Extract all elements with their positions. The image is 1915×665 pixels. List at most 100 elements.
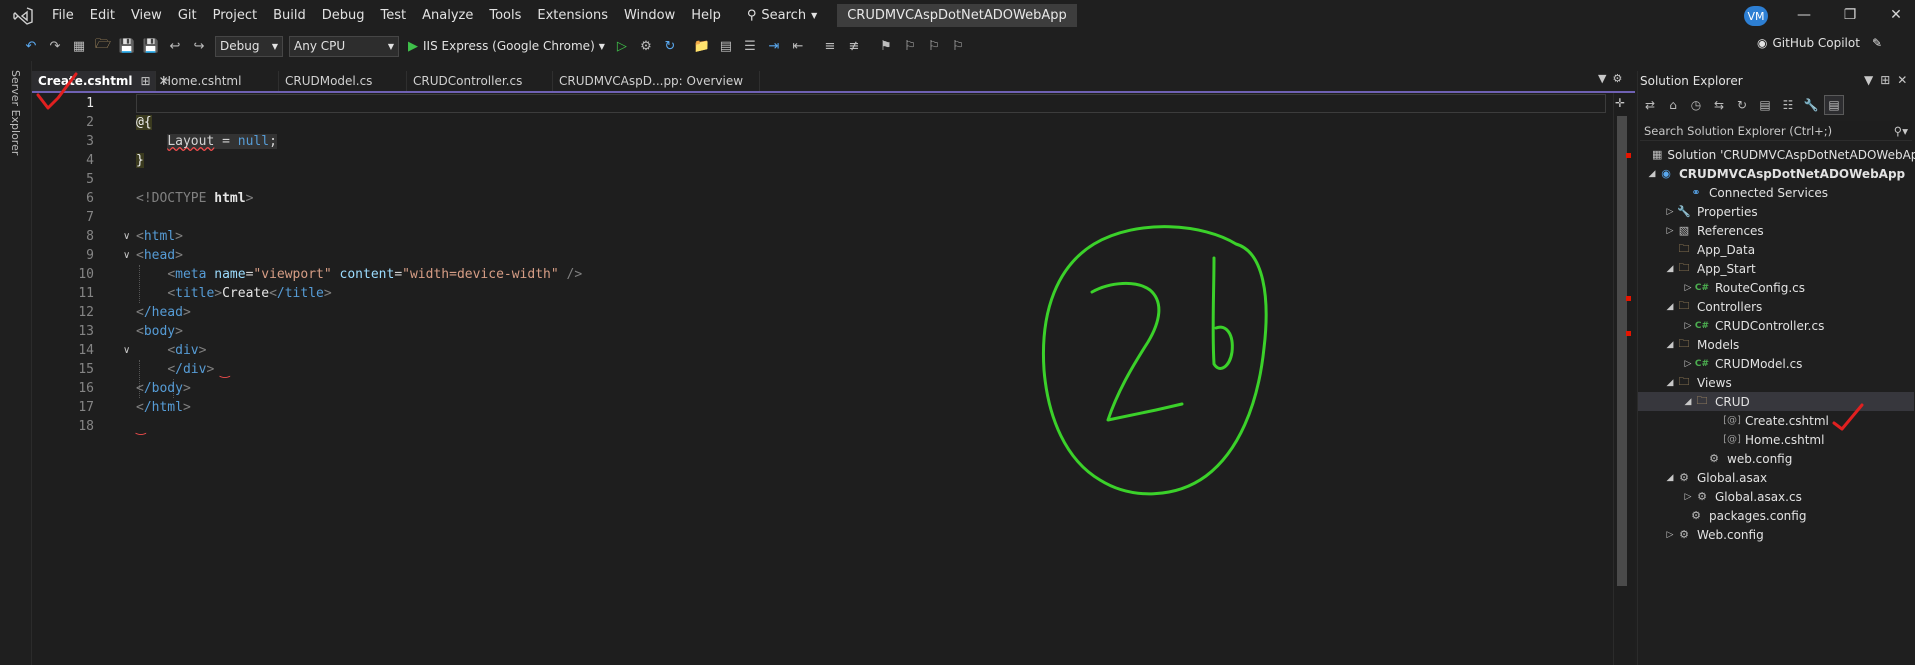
tree-item-global-asax[interactable]: ◢ ⚙ Global.asax xyxy=(1638,468,1914,487)
tab-project-overview[interactable]: CRUDMVCAspD...pp: Overview xyxy=(553,71,760,91)
tree-item-controllers[interactable]: ◢ 🗀 Controllers xyxy=(1638,297,1914,316)
expanded-arrow-icon[interactable]: ◢ xyxy=(1646,169,1658,179)
menu-build[interactable]: Build xyxy=(265,5,314,26)
error-marker[interactable] xyxy=(1626,296,1631,301)
collapsed-arrow-icon[interactable]: ▷ xyxy=(1682,321,1694,331)
preview-selected-items-icon[interactable]: ▤ xyxy=(1824,95,1844,115)
attach-debugger-icon[interactable]: ⚙ xyxy=(635,35,657,57)
split-editor-icon[interactable]: ✛ xyxy=(1615,96,1625,110)
home-icon[interactable]: ⌂ xyxy=(1663,95,1683,115)
tree-item-references[interactable]: ▷ ▧ References xyxy=(1638,221,1914,240)
fold-toggle-icon[interactable]: ∨ xyxy=(123,227,130,246)
error-marker[interactable] xyxy=(1626,331,1631,336)
tree-item-crud-folder[interactable]: ◢ 🗀 CRUD xyxy=(1638,392,1914,411)
github-copilot-button[interactable]: ◉ GitHub Copilot ✎ xyxy=(1757,36,1882,50)
expanded-arrow-icon[interactable]: ◢ xyxy=(1664,302,1676,312)
window-position-dropdown-icon[interactable]: ▼ xyxy=(1864,73,1873,87)
save-all-icon[interactable]: 💾 xyxy=(140,35,162,57)
refresh-browser-icon[interactable]: ↻ xyxy=(659,35,681,57)
pending-changes-filter-icon[interactable]: ◷ xyxy=(1686,95,1706,115)
start-debugging-button[interactable]: ▶ IIS Express (Google Chrome) ▼ xyxy=(408,39,605,54)
expanded-arrow-icon[interactable]: ◢ xyxy=(1664,340,1676,350)
expanded-arrow-icon[interactable]: ◢ xyxy=(1664,264,1676,274)
menu-analyze[interactable]: Analyze xyxy=(414,5,481,26)
save-icon[interactable]: 💾 xyxy=(116,35,138,57)
next-bookmark-icon[interactable]: ⚐ xyxy=(923,35,945,57)
close-window-button[interactable]: ✕ xyxy=(1886,6,1906,24)
comment-lines-icon[interactable]: ≡ xyxy=(819,35,841,57)
tree-item-routeconfig[interactable]: ▷ C# RouteConfig.cs xyxy=(1638,278,1914,297)
solution-explorer-search-input[interactable]: Search Solution Explorer (Ctrl+;) ⚲▾ xyxy=(1640,121,1912,141)
restore-window-button[interactable]: ❐ xyxy=(1840,6,1860,24)
collapsed-arrow-icon[interactable]: ▷ xyxy=(1664,530,1676,540)
start-without-debugging-icon[interactable]: ▷ xyxy=(611,35,633,57)
tree-item-crudmodel[interactable]: ▷ C# CRUDModel.cs xyxy=(1638,354,1914,373)
menu-debug[interactable]: Debug xyxy=(314,5,373,26)
collapsed-arrow-icon[interactable]: ▷ xyxy=(1664,207,1676,217)
menu-help[interactable]: Help xyxy=(683,5,729,26)
minimize-window-button[interactable]: — xyxy=(1794,6,1814,24)
platform-dropdown[interactable]: Any CPU ▼ xyxy=(289,35,399,57)
tree-item-properties[interactable]: ▷ 🔧 Properties xyxy=(1638,202,1914,221)
uncomment-lines-icon[interactable]: ≢ xyxy=(843,35,865,57)
properties-icon[interactable]: 🔧 xyxy=(1801,95,1821,115)
pin-icon[interactable]: ⊞ xyxy=(1880,73,1890,87)
account-avatar[interactable]: VM xyxy=(1744,6,1768,26)
collapsed-arrow-icon[interactable]: ▷ xyxy=(1682,359,1694,369)
menu-view[interactable]: View xyxy=(123,5,170,26)
tree-item-home-cshtml[interactable]: [@] Home.cshtml xyxy=(1638,430,1914,449)
tree-item-app-start[interactable]: ◢ 🗀 App_Start xyxy=(1638,259,1914,278)
layout-icon[interactable]: ▤ xyxy=(715,35,737,57)
menu-test[interactable]: Test xyxy=(373,5,415,26)
server-explorer-tab[interactable]: Server Explorer xyxy=(9,70,22,155)
sync-icon[interactable]: ⇆ xyxy=(1709,95,1729,115)
tab-create-cshtml[interactable]: Create.cshtml ⊞ ✕ xyxy=(32,71,169,91)
tree-item-solution[interactable]: ▦ Solution 'CRUDMVCAspDotNetADOWebApp' xyxy=(1638,145,1915,164)
redo-icon[interactable]: ↪ xyxy=(188,35,210,57)
menu-file[interactable]: File xyxy=(44,5,82,26)
tree-item-project[interactable]: ◢ ◉ CRUDMVCAspDotNetADOWebApp xyxy=(1638,164,1914,183)
scrollbar-thumb[interactable] xyxy=(1617,116,1627,586)
navigate-forward-icon[interactable]: ↷ xyxy=(44,35,66,57)
step-over-icon[interactable]: ⇥ xyxy=(763,35,785,57)
collapsed-arrow-icon[interactable]: ▷ xyxy=(1682,492,1694,502)
tree-item-views-web-config[interactable]: ⚙ web.config xyxy=(1638,449,1914,468)
undo-icon[interactable]: ↩ xyxy=(164,35,186,57)
tree-item-create-cshtml[interactable]: [@] Create.cshtml xyxy=(1638,411,1914,430)
collapsed-arrow-icon[interactable]: ▷ xyxy=(1664,226,1676,236)
tree-item-global-asax-cs[interactable]: ▷ ⚙ Global.asax.cs xyxy=(1638,487,1914,506)
tree-item-connected-services[interactable]: ⚭ Connected Services xyxy=(1638,183,1914,202)
tree-item-views[interactable]: ◢ 🗀 Views xyxy=(1638,373,1914,392)
step-into-icon[interactable]: ⇤ xyxy=(787,35,809,57)
menu-project[interactable]: Project xyxy=(205,5,265,26)
expanded-arrow-icon[interactable]: ◢ xyxy=(1664,473,1676,483)
menu-edit[interactable]: Edit xyxy=(82,5,123,26)
collapse-all-icon[interactable]: ▤ xyxy=(1755,95,1775,115)
tree-item-packages-config[interactable]: ⚙ packages.config xyxy=(1638,506,1914,525)
expanded-arrow-icon[interactable]: ◢ xyxy=(1682,397,1694,407)
menu-tools[interactable]: Tools xyxy=(481,5,529,26)
tab-list-dropdown-icon[interactable]: ▼ xyxy=(1598,72,1606,85)
previous-bookmark-icon[interactable]: ⚐ xyxy=(899,35,921,57)
open-folder-icon[interactable]: 🗁 xyxy=(92,35,114,57)
fold-toggle-icon[interactable]: ∨ xyxy=(123,246,130,265)
code-editor[interactable]: 1 2 3 4 5 6 7 8 9 10 11 12 13 14 15 16 1… xyxy=(32,93,1635,665)
collapsed-arrow-icon[interactable]: ▷ xyxy=(1682,283,1694,293)
tab-crudcontroller-cs[interactable]: CRUDController.cs xyxy=(407,71,553,91)
error-marker[interactable] xyxy=(1626,153,1631,158)
sync-with-document-icon[interactable]: ⇄ xyxy=(1640,95,1660,115)
expanded-arrow-icon[interactable]: ◢ xyxy=(1664,378,1676,388)
configuration-dropdown[interactable]: Debug ▼ xyxy=(215,35,283,57)
bookmark-icon[interactable]: ⚑ xyxy=(875,35,897,57)
close-icon[interactable]: ✕ xyxy=(1897,73,1907,87)
settings-gear-icon[interactable]: ⚙ xyxy=(1612,72,1622,85)
fold-toggle-icon[interactable]: ∨ xyxy=(123,341,130,360)
tree-item-models[interactable]: ◢ 🗀 Models xyxy=(1638,335,1914,354)
pin-icon[interactable]: ⊞ xyxy=(141,74,151,88)
menu-window[interactable]: Window xyxy=(616,5,683,26)
tree-item-web-config[interactable]: ▷ ⚙ Web.config xyxy=(1638,525,1914,544)
tab-crudmodel-cs[interactable]: CRUDModel.cs xyxy=(279,71,407,91)
tree-item-crudcontroller[interactable]: ▷ C# CRUDController.cs xyxy=(1638,316,1914,335)
global-search-button[interactable]: ⚲ Search ▼ xyxy=(739,6,825,25)
visual-studio-logo-icon[interactable] xyxy=(12,6,34,26)
